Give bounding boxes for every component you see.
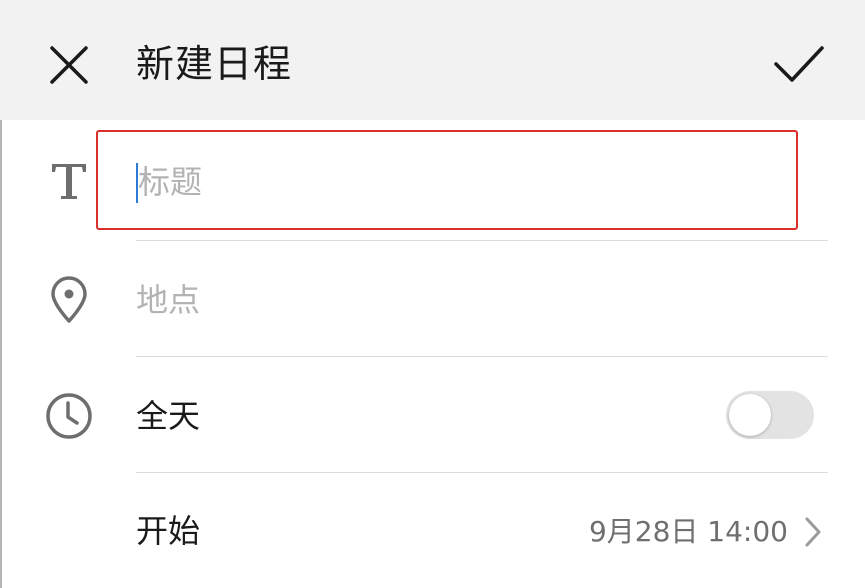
divider [136,356,828,357]
page-title: 新建日程 [136,42,293,86]
check-icon[interactable] [770,40,828,88]
toggle-knob [729,394,771,436]
text-icon [52,164,86,199]
location-pin-icon [51,276,87,323]
text-caret [136,163,138,203]
all-day-toggle[interactable] [726,391,814,439]
start-label: 开始 [136,512,201,550]
app-header: 新建日程 [0,0,865,120]
start-datetime[interactable]: 9月28日 14:00 [560,512,788,552]
close-icon[interactable] [46,42,92,88]
divider [136,472,828,473]
clock-icon [46,393,92,439]
title-input[interactable] [136,158,798,206]
all-day-label: 全天 [136,397,201,435]
chevron-right-icon[interactable] [802,515,824,549]
divider [136,240,828,241]
location-input[interactable]: 地点 [136,278,200,322]
